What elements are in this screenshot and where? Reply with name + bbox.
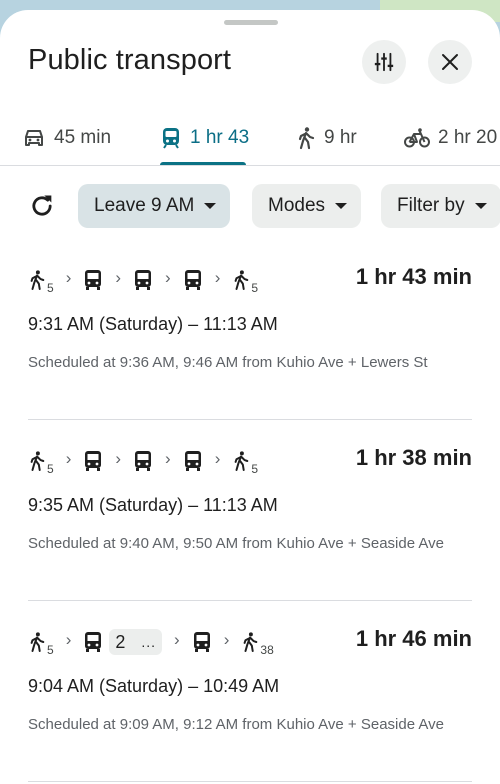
route-schedule: Scheduled at 9:40 AM, 9:50 AM from Kuhio…: [28, 535, 444, 552]
walk-icon: [30, 451, 45, 471]
leave-time-label: Leave 9 AM: [94, 195, 195, 216]
bus-icon: [85, 270, 102, 290]
route-times: 9:35 AM (Saturday) – 11:13 AM: [28, 495, 278, 515]
walk-minutes: 5: [251, 281, 259, 295]
walk-minutes: 5: [47, 462, 54, 476]
walk-icon: [234, 451, 249, 471]
more-options: ...: [141, 634, 157, 650]
chevron-right-icon: ›: [174, 630, 180, 649]
bus-icon: [135, 270, 152, 290]
refresh-icon[interactable]: [28, 192, 56, 220]
route-schedule: Scheduled at 9:36 AM, 9:46 AM from Kuhio…: [28, 354, 428, 371]
filter-bar: Leave 9 AM Modes Filter by: [0, 184, 500, 230]
route-duration: 1 hr 46 min: [355, 626, 472, 651]
route-times: 9:31 AM (Saturday) – 11:13 AM: [28, 314, 278, 334]
walk-minutes: 5: [251, 462, 259, 476]
tab-walking[interactable]: 9 hr: [296, 118, 357, 158]
directions-sheet: Public transport 45 min 1 hr 43 9 hr 2 h…: [0, 10, 500, 784]
active-tab-indicator: [160, 162, 246, 165]
chevron-right-icon: ›: [214, 268, 221, 287]
tab-cycling-label: 2 hr 20: [438, 127, 498, 148]
route-duration: 1 hr 38 min: [355, 445, 472, 470]
walk-icon: [30, 632, 45, 652]
bus-icon: [85, 632, 102, 652]
page-title: Public transport: [28, 44, 232, 76]
route-option[interactable]: 5 › › › › 5 1 hr 43 min 9:31 AM (Saturda…: [28, 264, 472, 420]
walk-minutes: 5: [47, 643, 54, 657]
bus-options-chip: 2...: [109, 629, 163, 655]
route-option[interactable]: 5 › › › › 5 1 hr 38 min 9:35 AM (Saturda…: [28, 445, 472, 601]
route-steps: 5 › 2... › › 38: [28, 626, 274, 658]
bus-icon: [184, 270, 201, 290]
close-button[interactable]: [428, 40, 472, 84]
close-icon: [442, 54, 458, 70]
filter-by-chip[interactable]: Filter by: [381, 184, 500, 228]
chevron-right-icon: ›: [165, 449, 171, 468]
bus-icon: [193, 632, 210, 652]
tune-icon: [374, 52, 394, 72]
route-duration: 1 hr 43 min: [355, 264, 472, 289]
filter-by-label: Filter by: [397, 195, 465, 216]
walk-icon: [234, 270, 249, 290]
chevron-right-icon: ›: [214, 449, 221, 468]
tab-transit-label: 1 hr 43: [190, 127, 250, 148]
bus-icon: [184, 451, 201, 471]
drag-handle[interactable]: [224, 20, 278, 25]
walk-icon: [244, 632, 258, 652]
tab-driving[interactable]: 45 min: [22, 118, 111, 158]
travel-mode-tabs: 45 min 1 hr 43 9 hr 2 hr 20: [0, 110, 500, 166]
car-icon: [25, 130, 43, 146]
leave-time-chip[interactable]: Leave 9 AM: [78, 184, 231, 228]
chevron-right-icon: ›: [65, 449, 72, 468]
modes-chip[interactable]: Modes: [252, 184, 362, 228]
tab-driving-label: 45 min: [54, 127, 112, 148]
route-schedule: Scheduled at 9:09 AM, 9:12 AM from Kuhio…: [28, 716, 444, 733]
tab-transit[interactable]: 1 hr 43: [160, 118, 249, 158]
bus-icon: [135, 451, 152, 471]
chevron-right-icon: ›: [65, 268, 72, 287]
chevron-right-icon: ›: [115, 268, 122, 287]
transit-icon: [163, 128, 179, 149]
walk-icon: [30, 270, 45, 290]
chevron-right-icon: ›: [165, 268, 171, 287]
route-option[interactable]: 5 › 2... › › 38 1 hr 46 min 9:04 AM (Sat…: [28, 626, 472, 782]
walk-minutes: 38: [260, 643, 274, 657]
bus-option-count: 2: [115, 631, 126, 652]
route-steps: 5 › › › › 5: [28, 445, 258, 477]
chevron-right-icon: ›: [115, 449, 122, 468]
route-times: 9:04 AM (Saturday) – 10:49 AM: [28, 676, 280, 696]
chevron-right-icon: ›: [223, 630, 230, 649]
walk-minutes: 5: [47, 281, 54, 295]
chevron-down-icon: [204, 203, 217, 209]
options-button[interactable]: [362, 40, 406, 84]
chevron-down-icon: [335, 203, 348, 209]
tab-walking-label: 9 hr: [324, 127, 357, 148]
bike-icon: [404, 128, 430, 148]
tab-cycling[interactable]: 2 hr 20: [404, 118, 497, 158]
route-steps: 5 › › › › 5: [28, 264, 258, 296]
walk-icon: [298, 127, 315, 150]
bus-icon: [85, 451, 102, 471]
modes-label: Modes: [268, 195, 326, 216]
chevron-right-icon: ›: [65, 630, 72, 649]
chevron-down-icon: [474, 203, 487, 209]
